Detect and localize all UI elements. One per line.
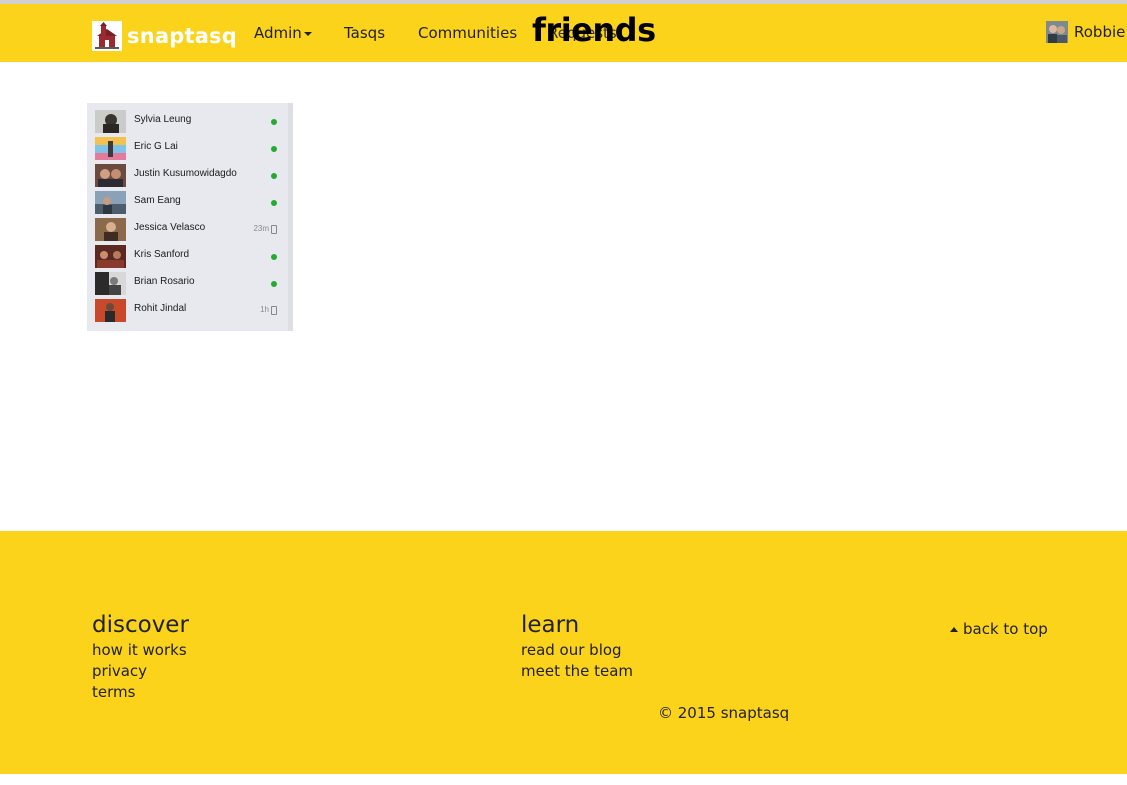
nav-communities[interactable]: Communities: [418, 24, 517, 42]
top-navbar: snaptasq Admin Tasqs Communities Request…: [0, 4, 1127, 62]
online-status-dot: [271, 281, 277, 287]
panel-edge: [288, 103, 293, 331]
footer-link-meet-the-team[interactable]: meet the team: [521, 661, 633, 682]
footer-link-how-it-works[interactable]: how it works: [92, 640, 189, 661]
friend-name: Kris Sanford: [134, 249, 190, 260]
friend-name: Sam Eang: [134, 195, 181, 206]
footer-learn-heading: learn: [521, 612, 580, 638]
online-status-dot: [271, 146, 277, 152]
friends-list-panel: Sylvia Leung Eric G Lai Justin Kusumowid…: [87, 103, 293, 331]
church-logo-icon: [92, 21, 122, 51]
friend-item[interactable]: Sylvia Leung: [95, 108, 281, 135]
admin-menu-label: Admin: [254, 24, 302, 42]
friend-avatar: [95, 137, 126, 160]
nav-tasqs-label: Tasqs: [344, 24, 386, 42]
friend-avatar: [95, 272, 126, 295]
online-status-dot: [271, 173, 277, 179]
friend-item[interactable]: Kris Sanford: [95, 243, 281, 270]
footer-link-terms[interactable]: terms: [92, 682, 189, 703]
friend-item[interactable]: Rohit Jindal 1h: [95, 297, 281, 324]
user-name: Robbie: [1074, 23, 1126, 41]
friend-avatar: [95, 164, 126, 187]
mobile-phone-icon: [271, 306, 277, 315]
friend-item[interactable]: Eric G Lai: [95, 135, 281, 162]
back-to-top-link[interactable]: back to top: [950, 620, 1048, 638]
footer-discover-heading: discover: [92, 612, 189, 638]
friend-item[interactable]: Brian Rosario: [95, 270, 281, 297]
friend-item[interactable]: Jessica Velasco 23m: [95, 216, 281, 243]
friend-item[interactable]: Justin Kusumowidagdo: [95, 162, 281, 189]
footer-link-blog[interactable]: read our blog: [521, 640, 633, 661]
friend-avatar: [95, 299, 126, 322]
friend-avatar: [95, 191, 126, 214]
page-title: friends: [532, 11, 656, 49]
nav-communities-label: Communities: [418, 24, 518, 42]
last-active-time: 1h: [260, 305, 269, 314]
footer-link-privacy[interactable]: privacy: [92, 661, 189, 682]
friend-name: Rohit Jindal: [134, 303, 187, 314]
footer-discover-column: discover how it works privacy terms: [92, 610, 189, 703]
friend-name: Sylvia Leung: [134, 114, 192, 125]
friend-name: Eric G Lai: [134, 141, 178, 152]
user-menu[interactable]: Robbie: [1046, 21, 1125, 43]
site-footer: discover how it works privacy terms lear…: [0, 531, 1127, 774]
friend-avatar: [95, 110, 126, 133]
mobile-phone-icon: [271, 225, 277, 234]
friend-name: Justin Kusumowidagdo: [134, 168, 237, 179]
last-active-time: 23m: [253, 224, 269, 233]
friend-avatar: [95, 245, 126, 268]
back-to-top-label: back to top: [963, 620, 1048, 638]
brand-link[interactable]: snaptasq: [92, 21, 237, 51]
user-avatar: [1046, 21, 1068, 43]
footer-learn-column: learn read our blog meet the team: [521, 610, 633, 682]
friend-name: Jessica Velasco: [134, 222, 206, 233]
online-status-dot: [271, 200, 277, 206]
brand-name: snaptasq: [127, 24, 237, 48]
nav-tasqs[interactable]: Tasqs: [344, 24, 385, 42]
online-status-dot: [271, 254, 277, 260]
friend-avatar: [95, 218, 126, 241]
copyright-text: © 2015 snaptasq: [658, 704, 790, 722]
friend-item[interactable]: Sam Eang: [95, 189, 281, 216]
caret-down-icon: [303, 31, 312, 36]
caret-up-icon: [950, 627, 958, 632]
online-status-dot: [271, 119, 277, 125]
admin-menu[interactable]: Admin: [254, 24, 312, 42]
friend-name: Brian Rosario: [134, 276, 195, 287]
